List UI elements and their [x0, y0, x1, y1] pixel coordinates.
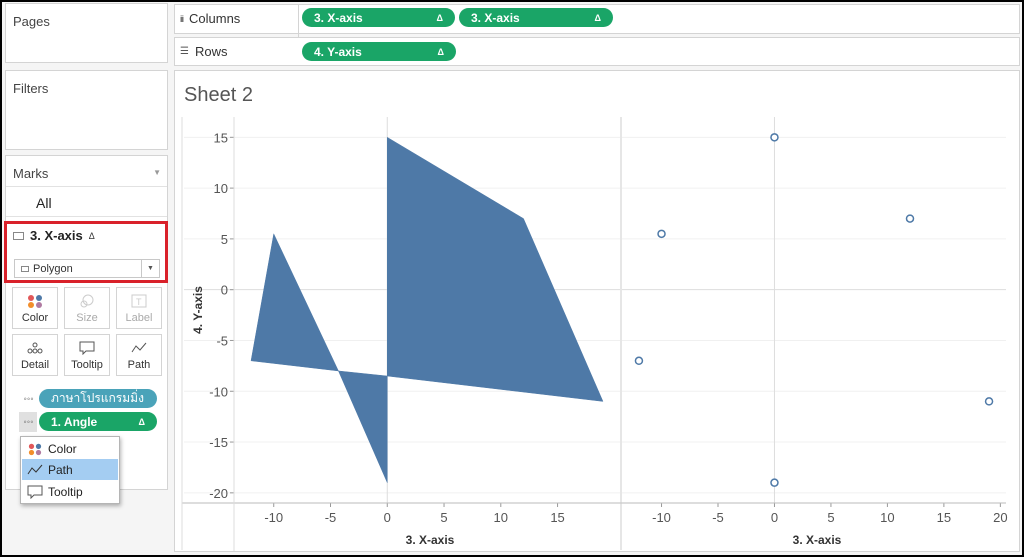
path-button[interactable]: Path	[116, 334, 162, 376]
mark-encoding-menu: Color Path Tooltip	[20, 436, 120, 504]
polygon-icon	[21, 265, 29, 272]
marks-title: Marks	[13, 166, 49, 181]
marks-field-angle[interactable]: 1. Angle Δ	[39, 412, 157, 431]
filters-pane[interactable]: Filters	[5, 70, 168, 150]
marks-field-programming-language[interactable]: ภาษาโปรแกรมมิ่ง	[39, 389, 157, 408]
path-line-icon	[131, 342, 147, 353]
rows-icon: ☰	[180, 46, 189, 57]
size-icon	[80, 294, 94, 308]
divider	[6, 186, 167, 187]
marks-card-icon	[13, 231, 24, 240]
divider	[6, 216, 167, 217]
delta-icon: Δ	[138, 416, 145, 427]
color-dots-icon	[28, 443, 42, 455]
rows-shelf[interactable]	[174, 37, 1020, 66]
detail-dots-icon: ∘∘∘	[23, 396, 34, 403]
label-button[interactable]: T Label	[116, 287, 162, 329]
tooltip-icon	[79, 341, 95, 355]
view-canvas	[174, 70, 1020, 552]
marks-card-x-axis[interactable]: 3. X-axis Δ	[13, 228, 95, 243]
detail-button[interactable]: Detail	[12, 334, 58, 376]
tooltip-button[interactable]: Tooltip	[64, 334, 110, 376]
columns-shelf-label: iii Columns	[180, 11, 241, 26]
path-line-icon	[27, 464, 43, 474]
delta-icon: Δ	[594, 12, 601, 23]
chevron-down-icon[interactable]: ▼	[141, 260, 159, 277]
columns-icon: iii	[180, 13, 184, 24]
color-button[interactable]: Color	[12, 287, 58, 329]
menu-item-color[interactable]: Color	[22, 438, 118, 459]
rows-pill-y-axis[interactable]: 4. Y-axis Δ	[302, 42, 456, 61]
pages-title: Pages	[13, 14, 50, 29]
delta-icon: Δ	[88, 230, 95, 241]
sheet-title: Sheet 2	[184, 84, 253, 106]
menu-item-path[interactable]: Path	[22, 459, 118, 480]
rows-shelf-label: ☰ Rows	[180, 44, 228, 59]
delta-icon: Δ	[436, 12, 443, 23]
color-dots-icon	[28, 295, 42, 308]
detail-dots-icon	[27, 342, 43, 354]
pages-pane[interactable]: Pages	[5, 3, 168, 63]
columns-pill-x-axis-2[interactable]: 3. X-axis Δ	[459, 8, 613, 27]
menu-item-tooltip[interactable]: Tooltip	[22, 481, 118, 502]
svg-text:T: T	[136, 297, 142, 307]
columns-pill-x-axis-1[interactable]: 3. X-axis Δ	[302, 8, 455, 27]
size-button[interactable]: Size	[64, 287, 110, 329]
filters-title: Filters	[13, 81, 49, 96]
marks-all-card[interactable]: All	[36, 195, 52, 211]
mark-type-select[interactable]: Polygon ▼	[14, 259, 160, 278]
detail-dots-icon[interactable]: ∘∘∘	[19, 412, 37, 432]
chevron-down-icon[interactable]: ▼	[153, 168, 161, 177]
tooltip-icon	[27, 485, 43, 499]
delta-icon: Δ	[437, 46, 444, 57]
label-icon: T	[131, 294, 147, 308]
